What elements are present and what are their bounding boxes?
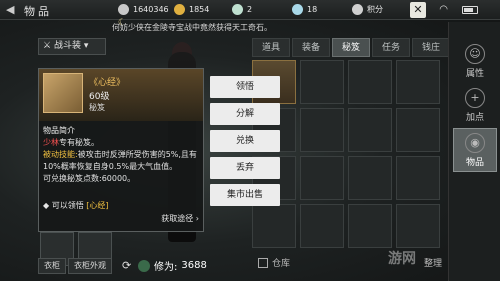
close-icon[interactable]: ✕: [410, 2, 426, 18]
plus-icon: +: [465, 88, 485, 108]
equip-mode-select[interactable]: ⚔ 战斗装 ▾: [38, 38, 106, 55]
item-type: 秘笈: [89, 103, 105, 112]
inventory-slot[interactable]: [348, 204, 392, 248]
inventory-slot[interactable]: [396, 108, 440, 152]
sidebar-item-label: 属性: [465, 69, 484, 79]
top-bar: ◀ 物品 1640346 1854 2 18 积分 ✕ ◠: [0, 0, 500, 20]
jade-value: 2: [247, 5, 253, 14]
inventory-grid: [252, 60, 440, 250]
wifi-icon: ◠: [439, 4, 448, 15]
bag-tabs: 道具 装备 秘笈 任务 钱庄: [252, 38, 450, 57]
learn-tip: ◆ 可以领悟 [心经]: [43, 200, 109, 211]
jade-icon: [232, 4, 243, 15]
item-action-menu: 领悟 分解 兑换 丢弃 集市出售: [210, 76, 280, 211]
battery-icon: [462, 6, 478, 14]
wardrobe-buttons: 衣柜 衣柜外观: [38, 258, 112, 274]
gem-counter: 18: [292, 4, 317, 15]
warehouse-icon: [258, 257, 268, 268]
gold-icon: [174, 4, 185, 15]
sidebar-item-inventory[interactable]: ◉ 物品: [453, 128, 497, 172]
inventory-footer: 仓库 整理: [252, 252, 448, 272]
wardrobe-button[interactable]: 衣柜: [38, 258, 66, 274]
tip-text: 可以领悟: [51, 201, 84, 210]
equip-mode-label: 战斗装: [53, 41, 81, 51]
inventory-slot[interactable]: [396, 60, 440, 104]
inventory-slot[interactable]: [396, 204, 440, 248]
power-value: 3688: [181, 260, 207, 271]
source-label: 获取途径: [161, 214, 194, 223]
sidebar-item-attributes[interactable]: ☺ 属性: [453, 40, 497, 84]
gem-value: 18: [307, 5, 318, 14]
sword-icon: ⚔: [43, 41, 52, 51]
inventory-slot[interactable]: [348, 156, 392, 200]
diamond-icon: ◆: [43, 201, 52, 210]
gold-value: 1854: [189, 5, 210, 14]
news-ticker: 何妨少侠在金陵寺宝战中竟然获得天工奇石。: [112, 23, 272, 32]
cultivation-power: 修为: 3688: [138, 258, 207, 273]
inventory-slot[interactable]: [348, 60, 392, 104]
sidebar-item-points[interactable]: + 加点: [453, 84, 497, 128]
tab-manuals[interactable]: 秘笈: [332, 38, 370, 57]
exchange-button[interactable]: 兑换: [210, 130, 280, 152]
item-header: 《心经》 60级 秘笈: [39, 69, 203, 121]
silver-icon: [118, 4, 129, 15]
tab-equipment[interactable]: 装备: [292, 38, 330, 57]
passive-label: 被动技能:: [43, 150, 78, 159]
watermark: 游网: [388, 251, 416, 267]
sidebar-item-label: 加点: [465, 113, 484, 123]
tab-items[interactable]: 道具: [252, 38, 290, 57]
tab-bank[interactable]: 钱庄: [412, 38, 450, 57]
inventory-slot[interactable]: [396, 156, 440, 200]
passive-skill: 被动技能:被攻击时反弹所受伤害的5%,且有10%概率恢复自身0.5%最大气血值。: [43, 149, 201, 173]
item-name: 《心经》: [89, 78, 126, 88]
chevron-down-icon: ▾: [83, 41, 89, 51]
points-label: 积分: [367, 5, 383, 14]
jade-counter: 2: [232, 4, 252, 15]
intro-title: 物品简介: [43, 126, 75, 135]
discard-button[interactable]: 丢弃: [210, 157, 280, 179]
source-button[interactable]: 获取途径 ›: [161, 213, 199, 224]
chevron-right-icon: ›: [195, 214, 199, 223]
bag-icon: ◉: [465, 133, 485, 153]
inventory-slot[interactable]: [348, 108, 392, 152]
points-counter[interactable]: 积分: [352, 4, 383, 15]
decompose-button[interactable]: 分解: [210, 103, 280, 125]
page-title: 物品: [24, 5, 52, 18]
inventory-slot[interactable]: [300, 156, 344, 200]
item-description: 物品简介 少林专有秘笈。 被动技能:被攻击时反弹所受伤害的5%,且有10%概率恢…: [43, 125, 201, 185]
silver-counter: 1640346: [118, 4, 169, 15]
item-detail-popup: 《心经》 60级 秘笈 物品简介 少林专有秘笈。 被动技能:被攻击时反弹所受伤害…: [38, 68, 204, 232]
cultivation-icon: [138, 259, 150, 272]
person-icon: ☺: [465, 44, 485, 64]
sect-line: 少林专有秘笈。: [43, 137, 201, 149]
comprehend-button[interactable]: 领悟: [210, 76, 280, 98]
refresh-icon[interactable]: ⟳: [122, 259, 131, 272]
gold-counter: 1854: [174, 4, 209, 15]
back-icon[interactable]: ◀: [6, 4, 18, 16]
warehouse-button[interactable]: 仓库: [258, 256, 290, 269]
item-level: 60级: [89, 92, 110, 102]
sect-text: 专有秘笈。: [59, 138, 99, 147]
scroll-icon: [43, 73, 83, 113]
inventory-slot[interactable]: [300, 60, 344, 104]
sect-name: 少林: [43, 138, 59, 147]
wardrobe-look-button[interactable]: 衣柜外观: [68, 258, 112, 274]
sidebar-item-label: 物品: [465, 158, 484, 168]
right-sidebar: ☺ 属性 + 加点 ◉ 物品: [448, 22, 500, 281]
warehouse-label: 仓库: [272, 259, 291, 269]
market-sell-button[interactable]: 集市出售: [210, 184, 280, 206]
sort-button[interactable]: 整理: [424, 256, 442, 269]
exchange-text: 可兑换秘笈点数:60000。: [43, 174, 136, 183]
tip-link[interactable]: [心经]: [86, 201, 108, 210]
points-icon: [352, 4, 363, 15]
tab-quest[interactable]: 任务: [372, 38, 410, 57]
gem-icon: [292, 4, 303, 15]
inventory-slot[interactable]: [300, 204, 344, 248]
power-label: 修为:: [154, 262, 178, 273]
silver-value: 1640346: [133, 5, 169, 14]
inventory-slot[interactable]: [300, 108, 344, 152]
